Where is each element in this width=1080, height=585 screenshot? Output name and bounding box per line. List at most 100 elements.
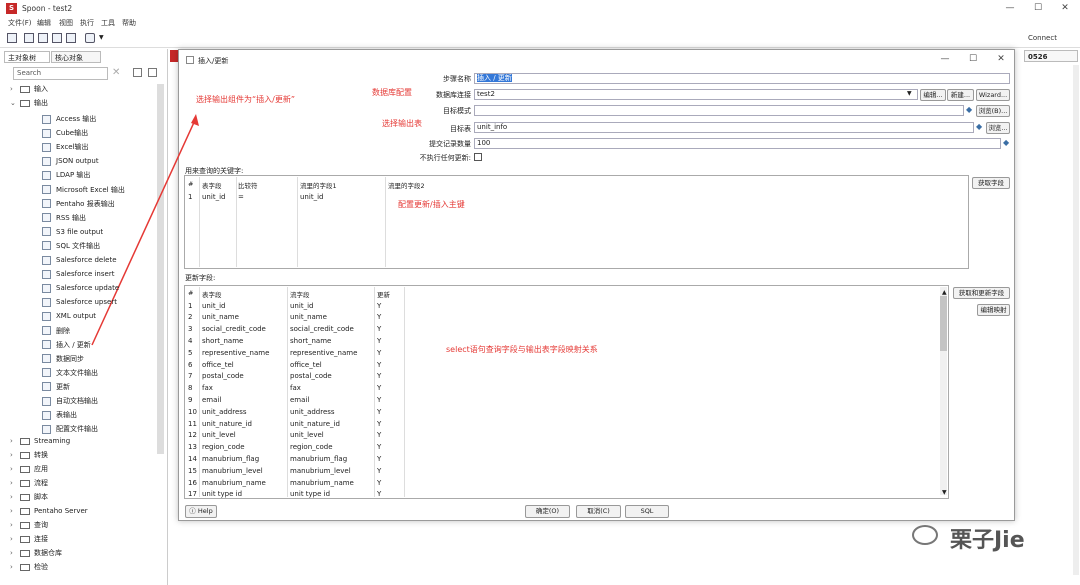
update-grid-cell[interactable]: Y [377,370,381,382]
tree-folder-bottom-3[interactable]: › 流程 [10,477,48,490]
tree-folder-0[interactable]: › 输入 [10,83,48,96]
update-grid-cell[interactable]: postal_code [290,370,332,382]
key-grid-cell[interactable]: 1 [188,191,192,203]
chevron-right-icon[interactable]: › [10,449,20,462]
update-grid-cell[interactable]: Y [377,311,381,323]
tree-item-output-18[interactable]: 文本文件输出 [42,366,98,380]
chevron-down-icon[interactable]: ⌄ [10,97,20,110]
update-grid-cell[interactable]: 15 [188,465,197,477]
chevron-right-icon[interactable]: › [10,491,20,504]
update-grid-cell[interactable]: Y [377,347,381,359]
tree-item-output-4[interactable]: LDAP 输出 [42,168,90,182]
update-grid-cell[interactable]: Y [377,382,381,394]
tree-item-output-1[interactable]: Cube输出 [42,126,88,140]
update-grid-cell[interactable]: 10 [188,406,197,418]
update-grid-cell[interactable]: unit_id [202,300,225,312]
update-grid-cell[interactable]: 4 [188,335,192,347]
update-grid-cell[interactable]: email [202,394,221,406]
update-grid-cell[interactable]: region_code [202,441,245,453]
tree-item-output-3[interactable]: JSON output [42,154,99,168]
chevron-down-icon[interactable]: ▼ [942,489,947,496]
update-grid-cell[interactable]: unit_address [202,406,247,418]
key-grid-cell[interactable]: unit_id [202,191,225,203]
update-grid-cell[interactable]: manubrium_level [202,465,263,477]
update-grid-cell[interactable]: 9 [188,394,192,406]
key-grid-cell[interactable]: unit_id [300,191,323,203]
chevron-right-icon[interactable]: › [10,519,20,532]
tree-item-output-19[interactable]: 更新 [42,380,70,394]
chevron-right-icon[interactable]: › [10,435,20,448]
update-grid-cell[interactable]: short_name [290,335,331,347]
update-grid-cell[interactable]: representive_name [202,347,269,359]
update-grid-cell[interactable]: 12 [188,429,197,441]
update-grid-cell[interactable]: 7 [188,370,192,382]
tree-item-output-21[interactable]: 表输出 [42,408,77,422]
update-grid-cell[interactable]: short_name [202,335,243,347]
tree-item-output-12[interactable]: Salesforce update [42,281,119,295]
update-grid-cell[interactable]: office_tel [290,359,322,371]
update-grid-cell[interactable]: unit_id [290,300,313,312]
key-grid-cell[interactable]: = [238,191,244,203]
tree-item-output-8[interactable]: S3 file output [42,225,103,239]
tree-item-output-16[interactable]: 插入 / 更新 [42,338,91,352]
update-grid-cell[interactable]: fax [290,382,301,394]
update-grid-cell[interactable]: 17 [188,488,197,500]
update-grid-cell[interactable]: Y [377,488,381,500]
tree-folder-bottom-0[interactable]: › Streaming [10,435,70,448]
update-grid-cell[interactable]: social_credit_code [202,323,266,335]
update-grid-cell[interactable]: unit_nature_id [202,418,252,430]
update-grid-cell[interactable]: manubrium_level [290,465,351,477]
update-grid-cell[interactable]: Y [377,453,381,465]
update-grid-cell[interactable]: manubrium_flag [202,453,259,465]
update-grid-cell[interactable]: 8 [188,382,192,394]
update-grid-cell[interactable]: Y [377,359,381,371]
update-grid-cell[interactable]: 3 [188,323,192,335]
update-grid-cell[interactable]: 1 [188,300,192,312]
update-grid-cell[interactable]: representive_name [290,347,357,359]
update-grid-cell[interactable]: unit_name [202,311,239,323]
update-grid-cell[interactable]: unit_level [290,429,324,441]
tree-item-output-15[interactable]: 删除 [42,324,70,338]
update-grid-cell[interactable]: manubrium_name [290,477,354,489]
update-grid-cell[interactable]: unit_address [290,406,335,418]
tree-item-output-0[interactable]: Access 输出 [42,112,96,126]
tree-folder-bottom-2[interactable]: › 应用 [10,463,48,476]
update-grid-cell[interactable]: Y [377,394,381,406]
chevron-right-icon[interactable]: › [10,505,20,518]
update-grid-cell[interactable]: region_code [290,441,333,453]
tree-item-output-10[interactable]: Salesforce delete [42,253,117,267]
update-grid-cell[interactable]: Y [377,335,381,347]
tree-folder-bottom-1[interactable]: › 转换 [10,449,48,462]
tree-item-output-14[interactable]: XML output [42,309,96,323]
tree-folder-bottom-5[interactable]: › Pentaho Server [10,505,88,518]
tree-folder-bottom-8[interactable]: › 数据仓库 [10,547,62,560]
tree-item-output-6[interactable]: Pentaho 报表输出 [42,197,115,211]
update-grid-cell[interactable]: 6 [188,359,192,371]
update-grid-cell[interactable]: Y [377,406,381,418]
update-grid-cell[interactable]: manubrium_name [202,477,266,489]
update-grid-cell[interactable]: 16 [188,477,197,489]
update-grid-cell[interactable]: unit type id [290,488,330,500]
tree-item-output-2[interactable]: Excel输出 [42,140,89,154]
update-grid-cell[interactable]: Y [377,323,381,335]
update-grid-cell[interactable]: manubrium_flag [290,453,347,465]
update-grid-cell[interactable]: unit_name [290,311,327,323]
tree-item-output-17[interactable]: 数据同步 [42,352,84,366]
tree-item-output-20[interactable]: 自动文档输出 [42,394,98,408]
update-grid-cell[interactable]: postal_code [202,370,244,382]
update-grid-cell[interactable]: 14 [188,453,197,465]
update-grid-cell[interactable]: unit_level [202,429,236,441]
chevron-right-icon[interactable]: › [10,533,20,546]
tree-folder-bottom-9[interactable]: › 检验 [10,561,48,574]
update-grid-cell[interactable]: Y [377,465,381,477]
tree-folder-bottom-6[interactable]: › 查询 [10,519,48,532]
update-grid-cell[interactable]: social_credit_code [290,323,354,335]
update-grid-cell[interactable]: 2 [188,311,192,323]
chevron-right-icon[interactable]: › [10,477,20,490]
update-grid-cell[interactable]: 5 [188,347,192,359]
tree-folder-bottom-4[interactable]: › 脚本 [10,491,48,504]
chevron-right-icon[interactable]: › [10,463,20,476]
update-grid-cell[interactable]: fax [202,382,213,394]
tree-item-output-11[interactable]: Salesforce insert [42,267,114,281]
update-grid-cell[interactable]: email [290,394,309,406]
